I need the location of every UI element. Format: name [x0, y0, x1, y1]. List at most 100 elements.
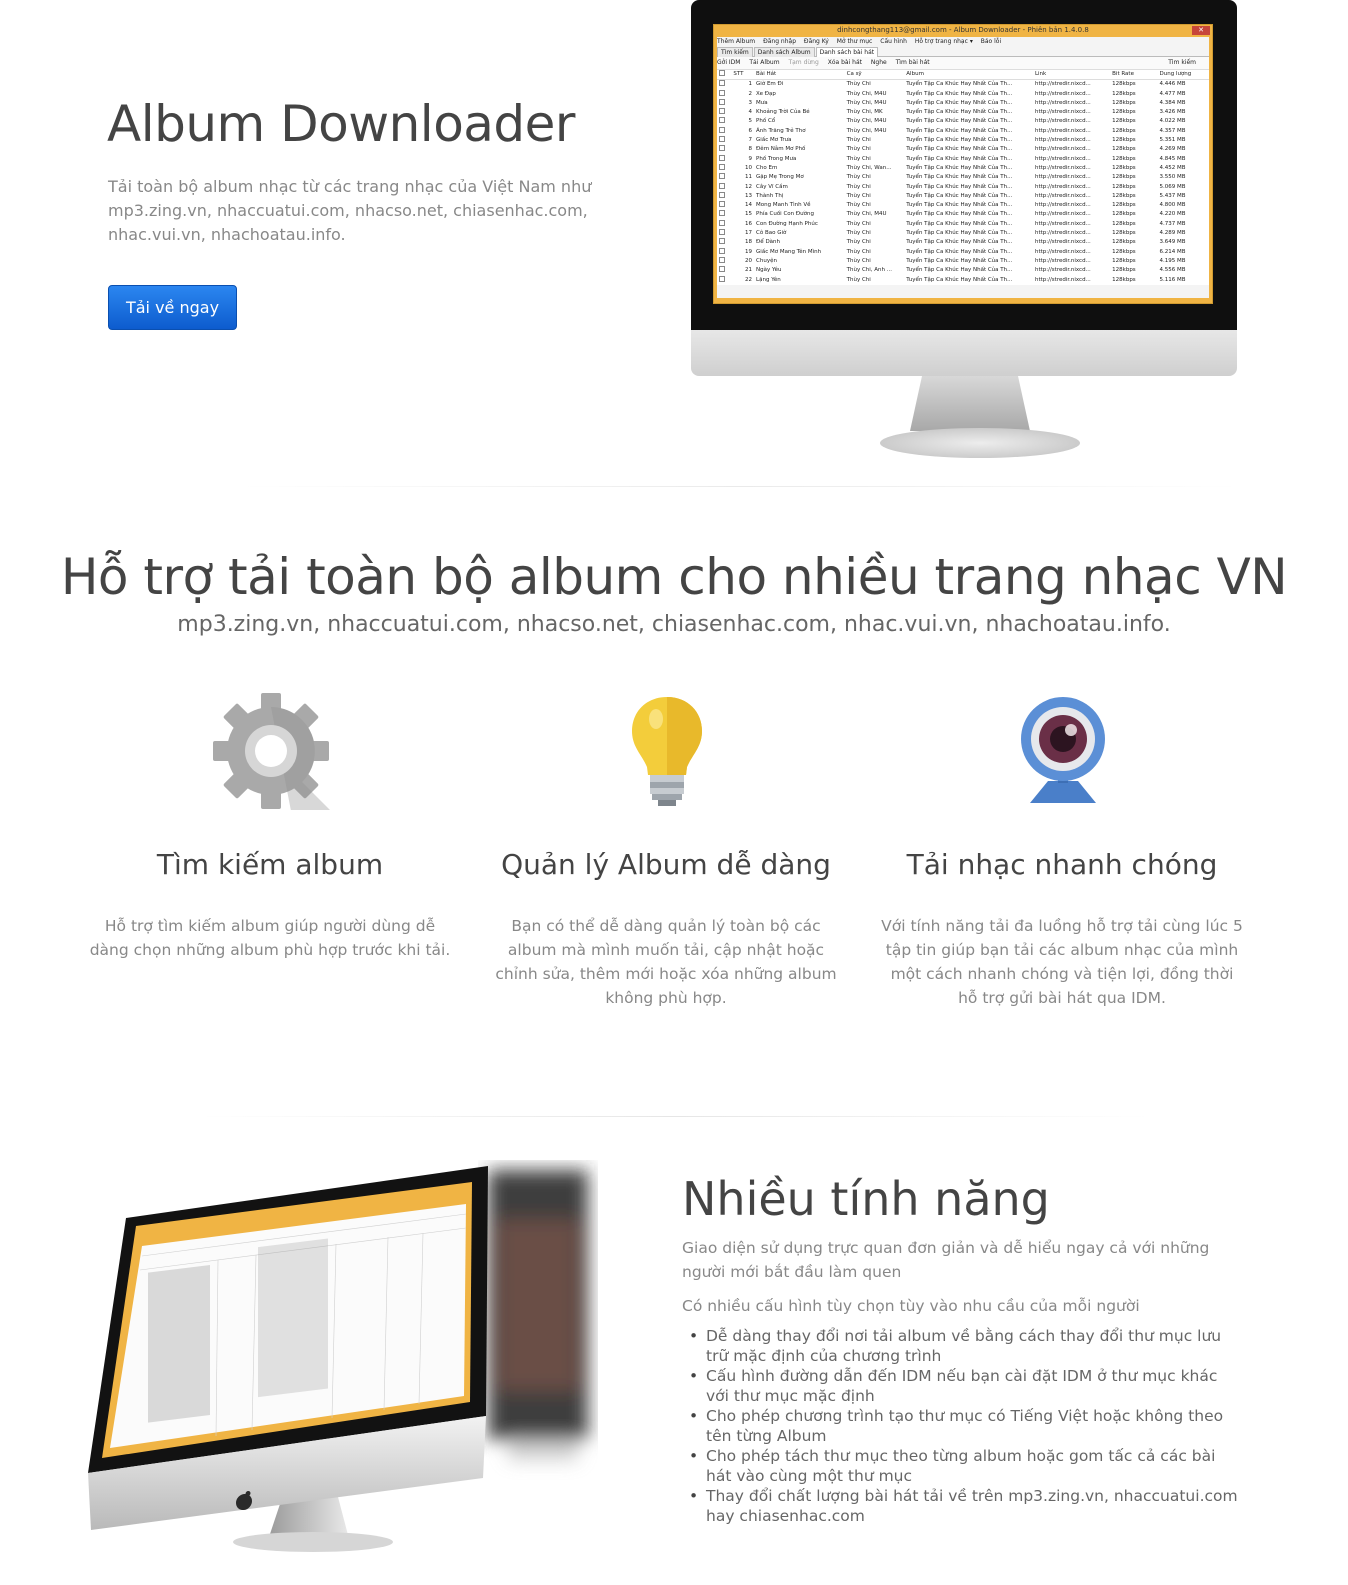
row-checkbox[interactable]	[719, 266, 725, 273]
table-row[interactable]: 8 Đêm Nằm Mơ Phố Thùy Chi Tuyển Tập Ca Khúc…	[717, 145, 1209, 154]
menu-settings[interactable]: Cấu hình	[880, 38, 907, 45]
table-row[interactable]: 4 Khoảng Trời Của Bé Thùy Chi, MK Tuyển Tập…	[717, 108, 1209, 117]
row-checkbox[interactable]	[719, 238, 725, 245]
monitor-stand	[910, 376, 1030, 431]
table-row[interactable]: 7 Giấc Mơ Trưa Thùy Chi Tuyển Tập Ca Khúc H…	[717, 136, 1209, 145]
col-header[interactable]: Dung lượng	[1157, 70, 1209, 81]
row-checkbox[interactable]	[719, 256, 725, 263]
table-cell: Tuyển Tập Ca Khúc Hay Nhất Của Th...	[906, 230, 1013, 237]
table-cell: Thùy Chi, M4U	[846, 118, 887, 125]
table-cell: 128kbps	[1112, 155, 1136, 162]
table-row[interactable]: 18 Để Dành Thùy Chi Tuyển Tập Ca Khúc Hay N…	[717, 238, 1209, 247]
row-checkbox[interactable]	[719, 126, 725, 133]
table-cell: 18	[745, 239, 753, 246]
table-cell: http://stredir.nixcd...	[1034, 248, 1091, 255]
table-cell: http://stredir.nixcd...	[1034, 183, 1091, 190]
row-checkbox[interactable]	[719, 145, 725, 152]
table-row[interactable]: 10 Cho Em Thùy Chi, Wan... Tuyển Tập Ca Khú…	[717, 163, 1209, 173]
table-cell: 16	[745, 220, 753, 227]
send-idm-button[interactable]: Gởi IDM	[717, 59, 740, 66]
col-header[interactable]: Bài Hát	[754, 70, 845, 81]
table-cell: 128kbps	[1112, 146, 1136, 153]
table-row[interactable]: 15 Phía Cuối Con Đường Thùy Chi, M4U Tuyển …	[717, 210, 1209, 219]
select-all-checkbox[interactable]	[719, 70, 725, 76]
table-cell: 128kbps	[1112, 257, 1136, 264]
row-checkbox[interactable]	[719, 210, 725, 217]
find-song-button[interactable]: Tìm bài hát	[896, 59, 930, 66]
table-cell: 22	[745, 276, 753, 283]
app-window-title-text: dinhcongthang113@gmail.com - Album Downl…	[837, 26, 1089, 34]
menu-open-folder[interactable]: Mở thư mục	[837, 38, 873, 45]
row-checkbox[interactable]	[719, 219, 725, 226]
row-checkbox[interactable]	[719, 98, 725, 105]
table-cell: 2	[748, 90, 753, 97]
row-checkbox[interactable]	[719, 201, 725, 208]
tab-album-list[interactable]: Danh sách Album	[753, 47, 815, 57]
row-checkbox[interactable]	[719, 229, 725, 236]
table-row[interactable]: 19 Giấc Mơ Mang Tên Mình Thùy Chi Tuyển Tập…	[717, 247, 1209, 257]
menu-add-album[interactable]: Thêm Album	[717, 38, 755, 45]
table-cell: http://stredir.nixcd...	[1034, 257, 1091, 264]
row-checkbox[interactable]	[719, 89, 725, 96]
table-row[interactable]: 9 Phố Trong Mưa Thùy Chi Tuyển Tập Ca Khúc …	[717, 154, 1209, 164]
list-item: Cho phép tách thư mục theo từng album ho…	[689, 1446, 1242, 1486]
row-checkbox[interactable]	[719, 154, 725, 161]
table-row[interactable]: 1 Giờ Em Đi Thùy Chi Tuyển Tập Ca Khúc Hay …	[717, 80, 1209, 90]
table-cell: 4.269 MB	[1159, 146, 1186, 153]
table-row[interactable]: 6 Ánh Trăng Trẻ Thơ Thùy Chi, M4U Tuyển Tập…	[717, 126, 1209, 136]
table-cell: 10	[745, 164, 753, 171]
col-header[interactable]: Link	[1032, 70, 1111, 81]
row-checkbox[interactable]	[719, 80, 725, 87]
col-header[interactable]: Ca sỹ	[844, 70, 905, 81]
col-header[interactable]: Bit Rate	[1110, 70, 1158, 81]
table-cell: Ánh Trăng Trẻ Thơ	[756, 127, 806, 134]
table-cell: 5	[748, 118, 753, 125]
row-checkbox[interactable]	[719, 117, 725, 124]
table-row[interactable]: 5 Phố Cổ Thùy Chi, M4U Tuyển Tập Ca Khúc Ha…	[717, 117, 1209, 126]
row-checkbox[interactable]	[719, 136, 725, 143]
tab-search[interactable]: Tìm kiếm	[717, 47, 753, 57]
table-cell: Chuyện	[756, 257, 777, 264]
table-cell: 4.022 MB	[1159, 118, 1186, 125]
table-cell: Thùy Chi	[846, 276, 871, 283]
row-checkbox[interactable]	[719, 108, 725, 115]
table-cell: http://stredir.nixcd...	[1034, 164, 1091, 171]
pause-button[interactable]: Tạm dừng	[788, 59, 818, 66]
table-row[interactable]: 12 Cây Vĩ Cầm Thùy Chi Tuyển Tập Ca Khúc Ha…	[717, 182, 1209, 192]
search-button[interactable]: Tìm kiếm	[1168, 57, 1196, 69]
table-row[interactable]: 14 Mong Manh Tình Về Thùy Chi Tuyển Tập Ca …	[717, 201, 1209, 210]
table-row[interactable]: 21 Ngày Yêu Thùy Chi, Anh ... Tuyển Tập Ca …	[717, 266, 1209, 275]
menu-supported-sites[interactable]: Hỗ trợ trang nhạc ▾	[915, 38, 973, 45]
table-cell: Mong Manh Tình Về	[756, 202, 811, 209]
table-row[interactable]: 16 Con Đường Hạnh Phúc Thùy Chi Tuyển Tập C…	[717, 219, 1209, 229]
monitor-bezel: dinhcongthang113@gmail.com - Album Downl…	[691, 0, 1237, 330]
table-row[interactable]: 3 Mưa Thùy Chi, M4U Tuyển Tập Ca Khúc Hay N…	[717, 98, 1209, 108]
col-header[interactable]: STT	[731, 70, 755, 81]
table-row[interactable]: 17 Cô Bao Giờ Thùy Chi Tuyển Tập Ca Khúc Ha…	[717, 229, 1209, 238]
table-cell: Thùy Chi, MK	[846, 109, 883, 116]
tab-song-list[interactable]: Danh sách bài hát	[815, 47, 879, 57]
download-now-button[interactable]: Tải về ngay	[108, 285, 237, 330]
play-button[interactable]: Nghe	[871, 59, 887, 66]
row-checkbox[interactable]	[719, 182, 725, 189]
menu-report-bug[interactable]: Báo lỗi	[981, 38, 1001, 45]
table-row[interactable]: 11 Gặp Mẹ Trong Mơ Thùy Chi Tuyển Tập Ca Kh…	[717, 173, 1209, 182]
row-checkbox[interactable]	[719, 247, 725, 254]
row-checkbox[interactable]	[719, 163, 725, 170]
table-row[interactable]: 20 Chuyện Thùy Chi Tuyển Tập Ca Khúc Hay Nh…	[717, 256, 1209, 266]
table-row[interactable]: 13 Thành Thị Thùy Chi Tuyển Tập Ca Khúc Hay…	[717, 191, 1209, 201]
row-checkbox[interactable]	[719, 275, 725, 282]
table-cell: Tuyển Tập Ca Khúc Hay Nhất Của Th...	[906, 239, 1013, 246]
download-album-button[interactable]: Tải Album	[749, 59, 779, 66]
menu-register[interactable]: Đăng Ký	[804, 38, 829, 45]
table-row[interactable]: 2 Xe Đạp Thùy Chi, M4U Tuyển Tập Ca Khúc Ha…	[717, 89, 1209, 99]
row-checkbox[interactable]	[719, 173, 725, 180]
row-checkbox[interactable]	[719, 191, 725, 198]
table-cell: 5.437 MB	[1159, 192, 1186, 199]
close-icon[interactable]: ✕	[1192, 26, 1210, 35]
table-cell: 3.426 MB	[1159, 109, 1186, 116]
table-row[interactable]: 22 Lặng Yên Thùy Chi Tuyển Tập Ca Khúc Hay …	[717, 275, 1209, 285]
delete-song-button[interactable]: Xóa bài hát	[828, 59, 862, 66]
col-header[interactable]: Album	[904, 70, 1033, 81]
menu-login[interactable]: Đăng nhập	[763, 38, 796, 45]
